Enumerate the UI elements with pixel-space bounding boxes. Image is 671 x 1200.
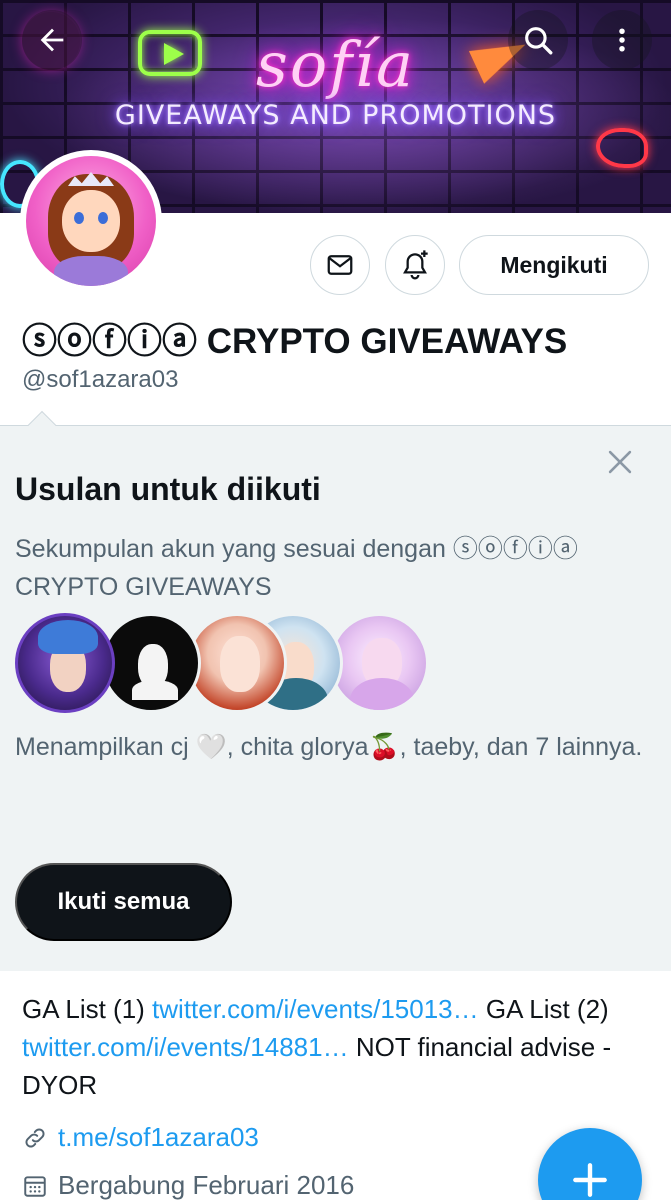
profile-bio: GA List (1) twitter.com/i/events/15013… … [22, 990, 652, 1104]
calendar-icon [24, 1175, 46, 1197]
following-button[interactable]: Mengikuti [459, 235, 649, 295]
bio-link-ga-list-1[interactable]: twitter.com/i/events/15013… [152, 994, 479, 1024]
follow-all-button[interactable]: Ikuti semua [15, 863, 232, 941]
suggested-avatar[interactable] [15, 613, 115, 713]
avatar-dress [54, 256, 128, 286]
profile-display-name: ⓢⓞⓕⓘⓐ CRYPTO GIVEAWAYS [22, 322, 568, 361]
profile-joined-date: Bergabung Februari 2016 [22, 1170, 354, 1200]
close-suggestions-button[interactable] [598, 440, 642, 484]
search-icon [525, 27, 553, 55]
link-icon [25, 1128, 45, 1147]
suggestions-title: Usulan untuk diikuti [15, 471, 321, 507]
more-vertical-icon [619, 28, 625, 52]
avatar-tiara [68, 172, 114, 186]
bell-plus-icon [403, 250, 428, 280]
back-button[interactable] [22, 10, 82, 70]
avatar-eye-left [74, 212, 84, 224]
avatar-face [62, 190, 120, 252]
suggested-avatar[interactable] [101, 613, 201, 713]
suggestions-showing-text: Menampilkan cj 🤍, chita glorya🍒, taeby, … [15, 733, 643, 761]
profile-avatar[interactable] [20, 150, 162, 292]
suggested-avatar[interactable] [187, 613, 287, 713]
plus-icon [573, 1163, 607, 1197]
close-icon [608, 450, 632, 474]
bio-text: GA List (1) [22, 994, 153, 1024]
compose-tweet-button[interactable] [538, 1128, 642, 1200]
avatar-figure [132, 680, 178, 700]
profile-handle: @sof1azara03 [22, 366, 179, 393]
mail-icon [327, 255, 353, 275]
bio-text: GA List (2) [478, 994, 609, 1024]
website-link[interactable]: t.me/sof1azara03 [58, 1122, 259, 1153]
avatar-eye-right [98, 212, 108, 224]
notifications-button[interactable] [385, 235, 445, 295]
more-options-button[interactable] [592, 10, 652, 70]
bio-link-ga-list-2[interactable]: twitter.com/i/events/14881… [22, 1032, 349, 1062]
banner-title: sofía [256, 28, 415, 101]
suggestions-description: Sekumpulan akun yang sesuai dengan ⓢⓞⓕⓘⓐ… [15, 535, 578, 601]
joined-text: Bergabung Februari 2016 [58, 1170, 355, 1200]
suggested-avatar[interactable] [329, 613, 429, 713]
suggested-avatars[interactable] [15, 613, 429, 715]
profile-website: t.me/sof1azara03 [22, 1122, 259, 1153]
avatar-figure [350, 678, 414, 710]
message-button[interactable] [310, 235, 370, 295]
avatar-image [26, 156, 156, 286]
search-button[interactable] [508, 10, 568, 70]
avatar-figure [220, 636, 260, 692]
banner-subtitle: GIVEAWAYS AND PROMOTIONS [114, 100, 557, 131]
avatar-hair [38, 620, 98, 654]
arrow-left-icon [40, 28, 64, 52]
